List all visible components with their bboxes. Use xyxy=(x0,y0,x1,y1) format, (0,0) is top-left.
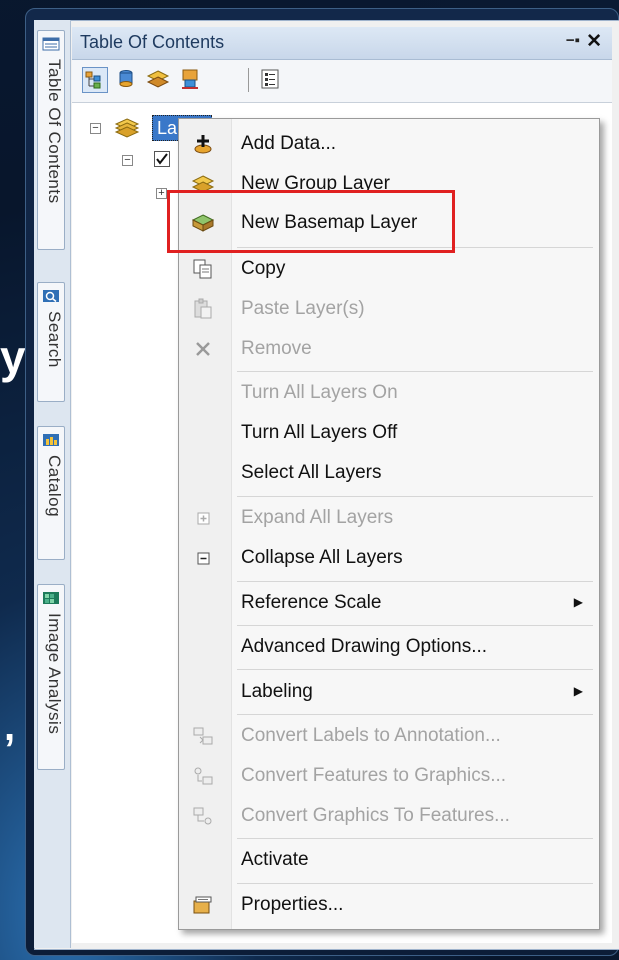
pin-icon[interactable]: −▪ xyxy=(566,32,580,49)
side-tab-label: Catalog xyxy=(45,455,64,518)
menu-item-label: Advanced Drawing Options... xyxy=(241,636,488,657)
menu-item-activate[interactable]: Activate xyxy=(179,843,599,877)
side-tab-label: Image Analysis xyxy=(45,613,64,735)
menu-item-select-all-layers[interactable]: Select All Layers xyxy=(179,456,599,490)
convert-labels-icon xyxy=(193,727,213,745)
collapse-icon xyxy=(197,552,210,565)
menu-item-label: Turn All Layers On xyxy=(241,382,398,403)
menu-item-label: Convert Graphics To Features... xyxy=(241,805,510,826)
menu-separator xyxy=(237,714,593,715)
catalog-icon xyxy=(43,434,59,446)
menu-item-turn-all-layers-off[interactable]: Turn All Layers Off xyxy=(179,416,599,450)
background-glyph-comma: , xyxy=(4,705,16,749)
list-by-source-button[interactable] xyxy=(114,67,140,93)
menu-separator xyxy=(237,581,593,582)
toolbar-separator xyxy=(248,68,249,92)
remove-icon xyxy=(196,342,210,356)
menu-item-label: Add Data... xyxy=(241,133,337,154)
menu-item-properties[interactable]: Properties... xyxy=(179,888,599,922)
menu-item-label: Paste Layer(s) xyxy=(241,298,365,319)
options-icon xyxy=(261,69,279,89)
side-tab-table-of-contents[interactable]: Table Of Contents xyxy=(37,30,65,250)
layers-icon xyxy=(114,118,140,138)
tree-expander-collapse[interactable]: − xyxy=(90,123,101,134)
tree-expander-expand[interactable]: + xyxy=(156,188,167,199)
layer-visibility-checkbox[interactable] xyxy=(154,151,170,167)
menu-item-label: Collapse All Layers xyxy=(241,547,403,568)
menu-item-label: Copy xyxy=(241,258,286,279)
menu-item-label: Expand All Layers xyxy=(241,507,394,528)
menu-item-paste-layers[interactable]: Paste Layer(s) xyxy=(179,292,599,326)
list-by-selection-button[interactable] xyxy=(178,67,204,93)
menu-item-label: Turn All Layers Off xyxy=(241,422,398,443)
side-tab-label: Search xyxy=(45,311,64,368)
list-by-visibility-icon xyxy=(146,70,170,88)
menu-item-label: Labeling xyxy=(241,681,313,702)
image-analysis-icon xyxy=(43,592,59,604)
properties-icon xyxy=(193,896,212,914)
menu-item-labeling[interactable]: Labeling ▶ xyxy=(179,675,599,709)
toc-toolbar xyxy=(72,60,612,103)
search-icon xyxy=(43,290,59,303)
tree-expander-collapse[interactable]: − xyxy=(122,155,133,166)
menu-item-copy[interactable]: Copy xyxy=(179,252,599,286)
convert-graphics-icon xyxy=(193,807,212,825)
list-by-visibility-button[interactable] xyxy=(146,67,172,93)
list-by-source-icon xyxy=(119,70,133,87)
menu-item-label: Activate xyxy=(241,849,309,870)
menu-separator xyxy=(237,625,593,626)
menu-item-convert-labels-to-annotation[interactable]: Convert Labels to Annotation... xyxy=(179,719,599,753)
highlight-box-new-basemap-layer xyxy=(167,190,455,253)
side-tab-catalog[interactable]: Catalog xyxy=(37,426,65,560)
side-tab-label: Table Of Contents xyxy=(45,59,64,204)
expand-icon xyxy=(197,512,210,525)
table-of-contents-icon xyxy=(42,37,60,51)
background-glyph-y: y xyxy=(0,331,26,383)
side-tab-image-analysis[interactable]: Image Analysis xyxy=(37,584,65,770)
panel-title-bar: Table Of Contents −▪ ✕ xyxy=(72,27,612,60)
side-tab-search[interactable]: Search xyxy=(37,282,65,402)
panel-title: Table Of Contents xyxy=(80,32,225,52)
options-button[interactable] xyxy=(258,67,284,93)
menu-separator xyxy=(237,883,593,884)
menu-item-turn-all-layers-on[interactable]: Turn All Layers On xyxy=(179,376,599,410)
menu-item-label: Properties... xyxy=(241,894,344,915)
convert-features-icon xyxy=(194,767,213,785)
menu-item-collapse-all-layers[interactable]: Collapse All Layers xyxy=(179,541,599,575)
menu-separator xyxy=(237,496,593,497)
menu-item-advanced-drawing-options[interactable]: Advanced Drawing Options... xyxy=(179,630,599,664)
menu-item-add-data[interactable]: Add Data... xyxy=(179,127,599,161)
menu-item-expand-all-layers[interactable]: Expand All Layers xyxy=(179,501,599,535)
menu-item-label: Convert Features to Graphics... xyxy=(241,765,507,786)
copy-icon xyxy=(193,259,212,279)
menu-item-convert-features-to-graphics[interactable]: Convert Features to Graphics... xyxy=(179,759,599,793)
paste-icon xyxy=(194,298,212,319)
submenu-arrow-icon: ▶ xyxy=(573,684,583,698)
checkmark-icon xyxy=(156,153,168,165)
menu-item-reference-scale[interactable]: Reference Scale ▶ xyxy=(179,586,599,620)
menu-item-label: Remove xyxy=(241,338,312,359)
menu-item-label: Select All Layers xyxy=(241,462,382,483)
close-icon[interactable]: ✕ xyxy=(586,30,602,53)
list-by-selection-icon xyxy=(182,69,198,89)
list-by-drawing-order-button[interactable] xyxy=(82,67,108,93)
menu-item-label: Convert Labels to Annotation... xyxy=(241,725,501,746)
add-data-icon xyxy=(194,135,212,154)
menu-separator xyxy=(237,669,593,670)
submenu-arrow-icon: ▶ xyxy=(573,595,583,609)
menu-item-remove[interactable]: Remove xyxy=(179,332,599,366)
menu-separator xyxy=(237,838,593,839)
list-by-drawing-order-icon xyxy=(85,71,101,89)
menu-item-label: Reference Scale xyxy=(241,592,382,613)
menu-item-convert-graphics-to-features[interactable]: Convert Graphics To Features... xyxy=(179,799,599,833)
menu-separator xyxy=(237,371,593,372)
